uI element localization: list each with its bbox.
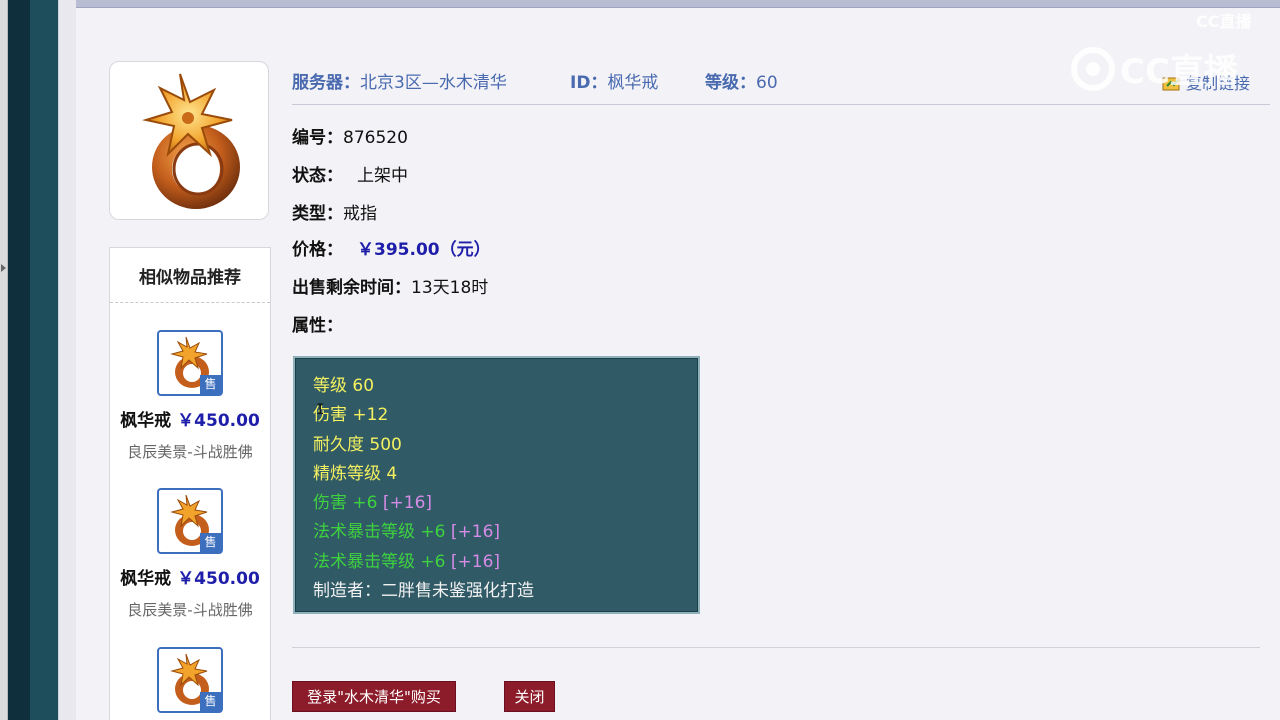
watermark-large: CC直播 [1070,44,1238,93]
watermark-small: CC直播 [1196,12,1252,31]
attribute-line: 等级 60 [313,376,375,396]
status-value: 上架中 [357,166,408,186]
id-label: ID： [570,73,608,93]
attribute-line: 伤害 +12 [313,405,389,426]
price-value: ￥395.00（元） [357,240,491,260]
maple-ring-icon [142,73,240,209]
window-edge [0,0,8,720]
sale-tag: 售 [200,533,221,552]
rec-item-desc: 良辰美景-斗战胜佛 [127,601,253,619]
level-value: 60 [756,73,778,93]
type-value: 戒指 [343,204,377,224]
remaining-label: 出售剩余时间： [292,278,411,298]
attributes-label: 属性： [292,316,343,336]
type-row: 类型：戒指 [292,199,377,224]
level-info: 等级：60 [705,68,778,93]
login-buy-button[interactable]: 登录"水木清华"购买 [292,681,456,712]
number-value: 876520 [343,128,408,148]
status-row: 状态： 上架中 [292,161,408,186]
attribute-line: 法术暴击等级 +6 [+16] [313,551,501,572]
attribute-line: 法术暴击等级 +6 [+16] [313,522,501,543]
section-divider [292,647,1260,648]
price-label: 价格： [292,240,343,260]
collapse-arrow-icon[interactable] [1,264,6,272]
server-value: 北京3区—水木清华 [360,73,507,93]
cc-logo-icon [1071,46,1115,91]
attribute-line: 制造者：二胖售未鉴强化打造 [313,581,534,602]
number-label: 编号： [292,128,343,148]
server-label: 服务器： [292,73,360,93]
id-value: 枫华戒 [607,73,659,93]
attribute-line: 耐久度 500 [313,434,402,455]
number-row: 编号：876520 [292,123,408,148]
text-cursor-icon: I [316,402,325,418]
sale-tag: 售 [200,375,221,394]
close-button[interactable]: 关闭 [504,681,555,712]
status-label: 状态： [292,166,343,186]
attribute-box: 等级 60 伤害 +12 耐久度 500 精炼等级 4 伤害 +6 [+16] … [293,356,700,614]
rec-item-thumb[interactable]: 售 [157,330,223,396]
left-frame [30,0,58,720]
rec-item-title[interactable]: 枫华戒 ￥450.00 [110,406,270,431]
sale-tag: 售 [200,692,221,711]
level-label: 等级： [705,73,756,93]
rec-item-desc: 良辰美景-斗战胜佛 [127,443,253,461]
left-frame-dark [8,0,30,720]
remaining-value: 13天18时 [411,278,489,298]
price-row: 价格： ￥395.00（元） [292,235,491,260]
similar-items-panel: 相似物品推荐 售 枫华戒 ￥450.00 良辰美景-斗战胜佛 售 枫华戒 ￥450.… [109,247,271,720]
id-info: ID：枫华戒 [570,68,658,93]
item-image [109,61,269,220]
similar-items-title: 相似物品推荐 [110,248,270,303]
attributes-row: 属性： [292,311,343,336]
rec-item-thumb[interactable]: 售 [157,647,223,713]
top-bar [76,0,1280,8]
attribute-line: 伤害 +6 [+16] [313,493,433,514]
remaining-row: 出售剩余时间：13天18时 [292,273,488,298]
rec-item-title[interactable]: 枫华戒 ￥450.00 [110,564,270,589]
left-frame-light [58,0,76,720]
server-info: 服务器：北京3区—水木清华 [292,68,507,93]
header-divider [292,104,1270,105]
rec-item-thumb[interactable]: 售 [157,488,223,554]
type-label: 类型： [292,204,343,224]
attribute-line: 精炼等级 4 [313,463,398,484]
